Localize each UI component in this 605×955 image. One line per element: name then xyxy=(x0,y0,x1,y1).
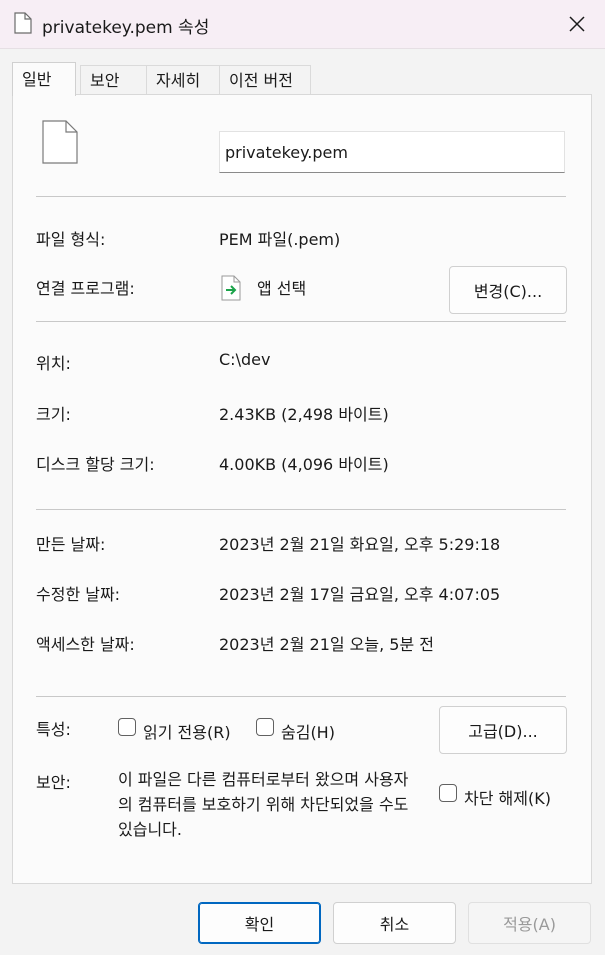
close-button[interactable] xyxy=(555,4,599,44)
disk-size-label: 디스크 할당 크기: xyxy=(36,455,155,474)
hidden-checkbox[interactable] xyxy=(256,718,274,736)
divider xyxy=(36,321,566,322)
location-value: C:\dev xyxy=(219,350,271,369)
divider xyxy=(36,196,566,197)
file-large-icon xyxy=(42,120,78,164)
hidden-label: 숨김(H) xyxy=(281,723,335,742)
divider xyxy=(36,696,566,697)
tab-previous-versions[interactable]: 이전 버전 xyxy=(219,65,311,95)
general-panel xyxy=(12,94,592,884)
apply-button[interactable]: 적용(A) xyxy=(468,902,591,944)
tab-general[interactable]: 일반 xyxy=(12,62,76,96)
cancel-button[interactable]: 취소 xyxy=(333,902,456,944)
location-label: 위치: xyxy=(36,354,71,373)
file-icon xyxy=(14,12,32,34)
attributes-label: 특성: xyxy=(36,720,71,739)
divider xyxy=(36,509,566,510)
created-label: 만든 날짜: xyxy=(36,535,106,554)
opens-with-value: 앱 선택 xyxy=(257,279,307,298)
disk-size-value: 4.00KB (4,096 바이트) xyxy=(219,455,389,474)
tab-details[interactable]: 자세히 xyxy=(146,65,220,95)
close-icon xyxy=(569,16,585,32)
size-label: 크기: xyxy=(36,405,71,424)
ok-button[interactable]: 확인 xyxy=(198,902,321,944)
size-value: 2.43KB (2,498 바이트) xyxy=(219,405,389,424)
security-label: 보안: xyxy=(36,773,71,792)
advanced-button[interactable]: 고급(D)... xyxy=(439,706,567,754)
readonly-checkbox[interactable] xyxy=(118,718,136,736)
unblock-label: 차단 해제(K) xyxy=(464,789,551,808)
file-type-value: PEM 파일(.pem) xyxy=(219,230,341,249)
file-name-input[interactable] xyxy=(219,131,565,173)
accessed-value: 2023년 2월 21일 오늘, 5분 전 xyxy=(219,635,434,654)
change-button[interactable]: 변경(C)... xyxy=(449,266,567,314)
accessed-label: 액세스한 날짜: xyxy=(36,635,135,654)
tab-security[interactable]: 보안 xyxy=(80,65,147,95)
opens-with-label: 연결 프로그램: xyxy=(36,279,135,298)
app-select-icon xyxy=(221,275,241,301)
window-title: privatekey.pem 속성 xyxy=(42,18,210,38)
title-bar: privatekey.pem 속성 xyxy=(0,0,605,49)
security-warning-text: 이 파일은 다른 컴퓨터로부터 왔으며 사용자의 컴퓨터를 보호하기 위해 차단… xyxy=(118,770,409,839)
modified-value: 2023년 2월 17일 금요일, 오후 4:07:05 xyxy=(219,585,501,604)
file-type-label: 파일 형식: xyxy=(36,230,106,249)
created-value: 2023년 2월 21일 화요일, 오후 5:29:18 xyxy=(219,535,501,554)
modified-label: 수정한 날짜: xyxy=(36,585,121,604)
unblock-checkbox[interactable] xyxy=(439,784,457,802)
readonly-label: 읽기 전용(R) xyxy=(143,723,231,742)
